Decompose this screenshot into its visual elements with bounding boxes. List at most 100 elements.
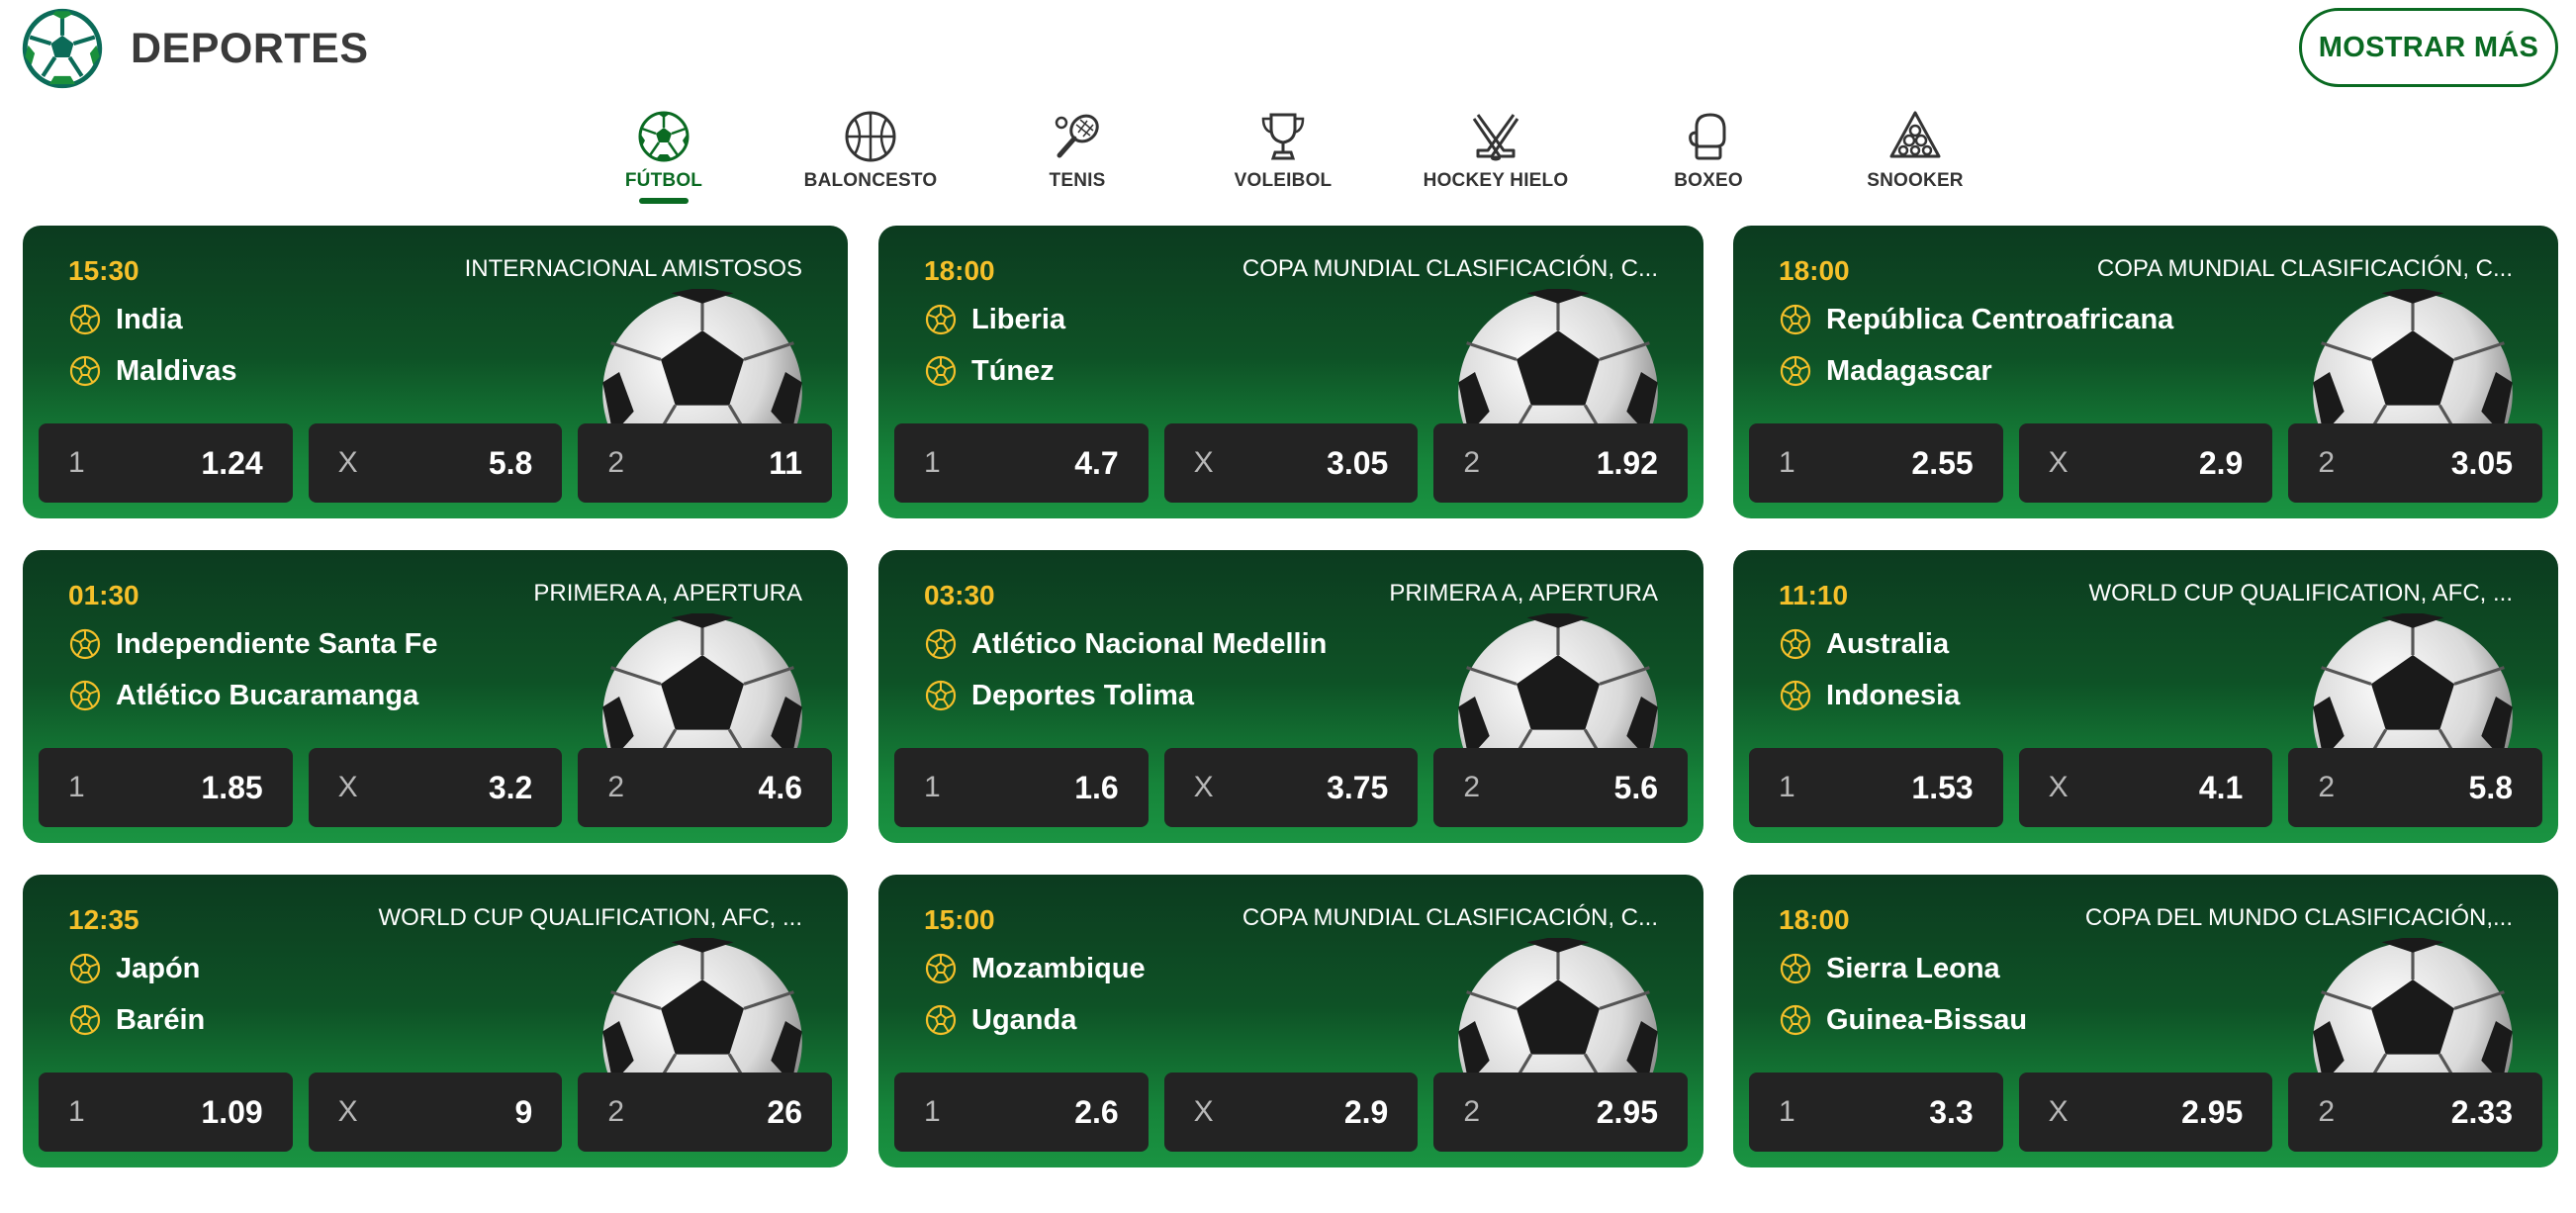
home-team: Australia	[1779, 627, 1949, 661]
soccer-ball-icon	[598, 938, 806, 1076]
event-card[interactable]: 12:35 WORLD CUP QUALIFICATION, AFC, ... …	[23, 875, 848, 1167]
odds-selection: X	[337, 446, 358, 479]
odds-value: 3.05	[2450, 444, 2514, 481]
odds-button[interactable]: 1 2.6	[894, 1073, 1149, 1152]
odds-selection: 1	[1779, 446, 1795, 479]
event-league: COPA DEL MUNDO CLASIFICACIÓN,...	[2084, 904, 2513, 931]
soccer-ball-icon	[924, 1003, 958, 1037]
soccer-ball-icon	[924, 303, 958, 336]
odds-button[interactable]: X 3.05	[1163, 423, 1419, 503]
soccer-ball-icon	[1779, 679, 1812, 712]
odds-button[interactable]: 1 1.53	[1749, 748, 2003, 827]
odds-button[interactable]: 2 5.6	[1433, 748, 1689, 827]
show-more-button[interactable]: MOSTRAR MÁS	[2299, 8, 2558, 87]
event-card[interactable]: 18:00 COPA MUNDIAL CLASIFICACIÓN, C... R…	[1733, 226, 2558, 518]
soccer-ball-icon	[68, 1003, 102, 1037]
odds-button[interactable]: 1 1.09	[39, 1073, 293, 1152]
event-card[interactable]: 18:00 COPA MUNDIAL CLASIFICACIÓN, C... L…	[878, 226, 1703, 518]
odds-row: 1 4.7 X 3.05 2 1.92	[894, 423, 1689, 503]
away-team: Atlético Bucaramanga	[68, 679, 418, 712]
tab-snooker[interactable]: SNOOKER	[1816, 109, 2014, 213]
odds-button[interactable]: X 2.95	[2018, 1073, 2273, 1152]
soccer-ball-icon	[598, 289, 806, 427]
odds-selection: X	[1193, 1095, 1214, 1128]
soccer-ball-icon	[2309, 938, 2517, 1076]
odds-button[interactable]: X 3.2	[308, 748, 563, 827]
soccer-ball-image	[1454, 938, 1672, 1076]
odds-value: 1.6	[1074, 769, 1119, 805]
odds-selection: X	[2048, 771, 2069, 803]
soccer-ball-icon	[1454, 613, 1662, 752]
event-time: 03:30	[924, 580, 995, 610]
odds-button[interactable]: 2 4.6	[578, 748, 833, 827]
odds-button[interactable]: 2 2.95	[1433, 1073, 1689, 1152]
odds-button[interactable]: 1 4.7	[894, 423, 1149, 503]
odds-value: 9	[514, 1093, 533, 1130]
page-title: DEPORTES	[131, 25, 369, 72]
odds-button[interactable]: X 2.9	[1163, 1073, 1419, 1152]
odds-selection: 1	[68, 1095, 85, 1128]
tab-tenis[interactable]: TENIS	[978, 109, 1176, 213]
odds-selection: 1	[924, 771, 941, 803]
event-card[interactable]: 01:30 PRIMERA A, APERTURA Independiente …	[23, 550, 848, 843]
odds-button[interactable]: 1 1.24	[39, 423, 293, 503]
odds-row: 1 1.53 X 4.1 2 5.8	[1749, 748, 2543, 827]
odds-row: 1 1.09 X 9 2 26	[39, 1073, 833, 1152]
odds-button[interactable]: 2 1.92	[1433, 423, 1689, 503]
odds-button[interactable]: 2 3.05	[2288, 423, 2543, 503]
event-card[interactable]: 11:10 WORLD CUP QUALIFICATION, AFC, ... …	[1733, 550, 2558, 843]
tab-baloncesto[interactable]: BALONCESTO	[772, 109, 969, 213]
odds-button[interactable]: X 4.1	[2018, 748, 2273, 827]
odds-button[interactable]: 2 26	[578, 1073, 833, 1152]
event-card[interactable]: 03:30 PRIMERA A, APERTURA Atlético Nacio…	[878, 550, 1703, 843]
odds-button[interactable]: 1 2.55	[1749, 423, 2003, 503]
odds-button[interactable]: 2 11	[578, 423, 833, 503]
odds-button[interactable]: 2 5.8	[2288, 748, 2543, 827]
odds-selection: 1	[1779, 1095, 1795, 1128]
odds-button[interactable]: X 5.8	[308, 423, 563, 503]
odds-value: 1.53	[1911, 769, 1974, 805]
tab-boxeo[interactable]: BOXEO	[1610, 109, 1807, 213]
soccer-ball-image	[2309, 289, 2527, 427]
soccer-ball-image	[2309, 938, 2527, 1076]
tab-futbol[interactable]: FÚTBOL	[565, 109, 763, 213]
team-name: Australia	[1826, 627, 1950, 660]
away-team: Maldivas	[68, 354, 237, 388]
event-card[interactable]: 18:00 COPA DEL MUNDO CLASIFICACIÓN,... S…	[1733, 875, 2558, 1167]
odds-selection: 1	[68, 771, 85, 803]
away-team: Madagascar	[1779, 354, 1992, 388]
odds-selection: X	[2048, 1095, 2069, 1128]
basketball-icon	[845, 111, 896, 162]
soccer-ball-icon	[924, 627, 958, 661]
soccer-ball-icon	[68, 679, 102, 712]
odds-button[interactable]: 1 1.6	[894, 748, 1149, 827]
event-card[interactable]: 15:00 COPA MUNDIAL CLASIFICACIÓN, C... M…	[878, 875, 1703, 1167]
event-league: WORLD CUP QUALIFICATION, AFC, ...	[2088, 580, 2514, 606]
active-tab-indicator	[639, 198, 689, 204]
odds-value: 4.7	[1074, 444, 1119, 481]
event-league: COPA MUNDIAL CLASIFICACIÓN, C...	[1242, 904, 1658, 931]
odds-selection: 2	[1463, 771, 1481, 803]
odds-selection: X	[337, 771, 358, 803]
home-team: Sierra Leona	[1779, 952, 2000, 985]
tab-hockey-hielo[interactable]: HOCKEY HIELO	[1397, 109, 1595, 213]
event-time: 01:30	[68, 580, 139, 610]
soccer-ball-icon	[22, 8, 103, 89]
odds-button[interactable]: X 3.75	[1163, 748, 1419, 827]
odds-button[interactable]: 1 3.3	[1749, 1073, 2003, 1152]
home-team: Liberia	[924, 303, 1065, 336]
event-card[interactable]: 15:30 INTERNACIONAL AMISTOSOS India Mald…	[23, 226, 848, 518]
soccer-ball-icon	[68, 303, 102, 336]
odds-button[interactable]: X 2.9	[2018, 423, 2273, 503]
soccer-ball-icon	[1779, 354, 1812, 388]
team-name: Mozambique	[971, 952, 1146, 984]
odds-row: 1 1.85 X 3.2 2 4.6	[39, 748, 833, 827]
odds-value: 11	[769, 444, 803, 481]
odds-button[interactable]: 2 2.33	[2288, 1073, 2543, 1152]
team-name: República Centroafricana	[1826, 303, 2174, 335]
tab-voleibol[interactable]: VOLEIBOL	[1184, 109, 1382, 213]
soccer-ball-icon	[924, 679, 958, 712]
odds-button[interactable]: 1 1.85	[39, 748, 293, 827]
odds-button[interactable]: X 9	[308, 1073, 563, 1152]
odds-value: 1.85	[201, 769, 263, 805]
